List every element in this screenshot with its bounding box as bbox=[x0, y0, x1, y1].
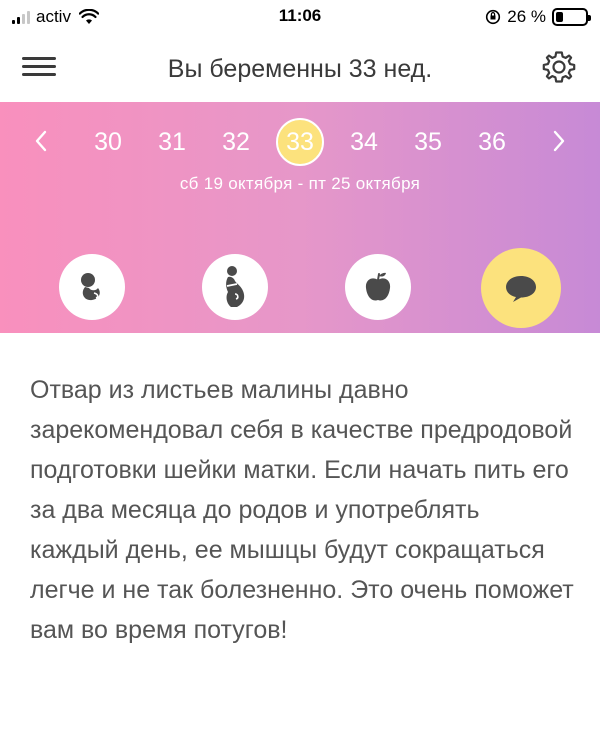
week-item[interactable]: 34 bbox=[340, 118, 388, 166]
apple-glyph bbox=[365, 272, 391, 301]
date-range: сб 19 октября - пт 25 октября bbox=[179, 174, 421, 193]
baby-glyph bbox=[81, 273, 100, 301]
week-item-active[interactable]: 33 bbox=[276, 118, 324, 166]
status-bar: activ 11:06 26 % bbox=[0, 0, 600, 36]
chat-bubble-glyph bbox=[506, 276, 536, 302]
orientation-lock-icon bbox=[486, 9, 501, 25]
week-item[interactable]: 32 bbox=[212, 118, 260, 166]
app-header: Вы беременны 33 нед. bbox=[0, 36, 600, 102]
battery-level bbox=[556, 12, 564, 22]
chevron-right-icon[interactable] bbox=[544, 122, 574, 160]
page-title: Вы беременны 33 нед. bbox=[167, 55, 433, 83]
week-item[interactable]: 36 bbox=[468, 118, 516, 166]
battery-icon bbox=[552, 8, 591, 26]
week-item[interactable]: 31 bbox=[148, 118, 196, 166]
pregnant-glyph bbox=[226, 266, 245, 307]
week-item[interactable]: 35 bbox=[404, 118, 452, 166]
chat-bubble-icon[interactable] bbox=[481, 248, 561, 328]
article-text: Отвар из листьев малины давно зарекоменд… bbox=[30, 376, 574, 644]
baby-icon[interactable] bbox=[59, 254, 125, 320]
gear-icon[interactable] bbox=[540, 48, 578, 86]
status-right: 26 % bbox=[485, 6, 591, 28]
pregnant-icon[interactable] bbox=[202, 254, 268, 320]
apple-icon[interactable] bbox=[345, 254, 411, 320]
week-item[interactable]: 30 bbox=[84, 118, 132, 166]
chevron-left-icon[interactable] bbox=[26, 122, 56, 160]
week-selector: 30 31 32 33 34 35 36 bbox=[0, 114, 600, 168]
battery-percent: 26 % bbox=[507, 7, 546, 26]
category-icons bbox=[0, 248, 600, 328]
week-banner: 30 31 32 33 34 35 36 сб 19 октября - пт … bbox=[0, 102, 600, 333]
